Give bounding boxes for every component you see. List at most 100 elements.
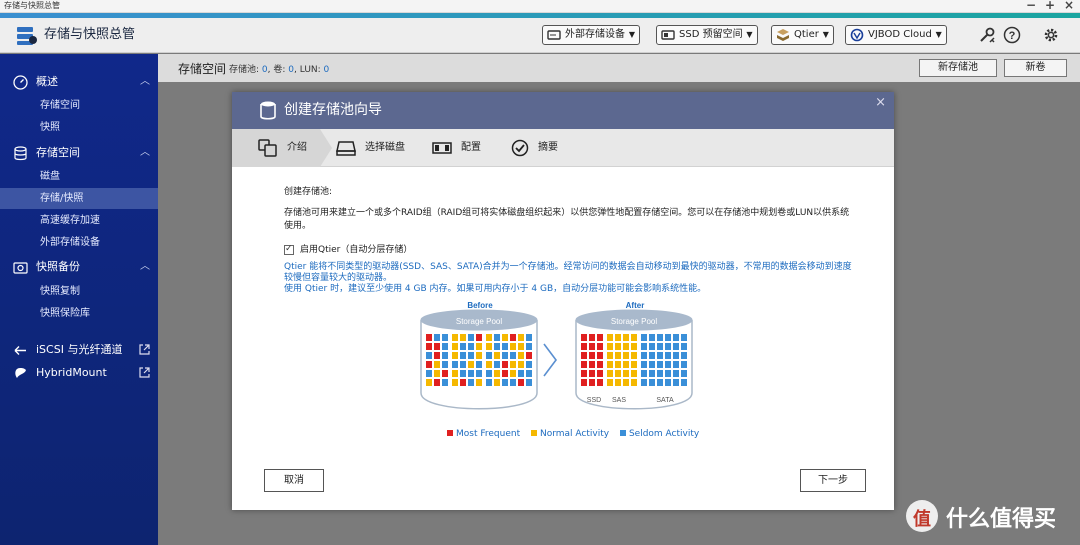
after-grid-cell: [649, 352, 655, 359]
after-grid-cell: [597, 370, 603, 377]
qtier-checkbox-label: 启用Qtier（自动分层存储）: [300, 245, 413, 255]
after-grid-cell: [673, 370, 679, 377]
storage-stats: 存储池: 0, 卷: 0, LUN: 0: [229, 62, 329, 75]
legend-label: Normal Activity: [539, 429, 610, 439]
qtier-dropdown[interactable]: Qtier ▼: [771, 25, 834, 45]
cancel-button[interactable]: 取消: [264, 469, 324, 492]
gear-icon[interactable]: [1042, 26, 1060, 44]
before-pool-label: Storage Pool: [456, 317, 502, 326]
ssd-overprovision-dropdown[interactable]: SSD 预留空间 ▼: [656, 25, 758, 45]
arrow-right-icon: [543, 343, 557, 377]
before-grid-cell: [486, 370, 492, 377]
hybridmount-icon: [15, 368, 26, 378]
after-grid-cell: [597, 343, 603, 350]
new-storage-pool-button[interactable]: 新存储池: [919, 59, 997, 77]
before-grid-cell: [434, 361, 440, 368]
before-grid-cell: [494, 343, 500, 350]
before-label: Before: [467, 302, 493, 310]
before-grid-cell: [460, 379, 466, 386]
storage-manager-logo-icon: [17, 27, 37, 45]
sidebar-item-snapshot-overview[interactable]: 快照: [0, 117, 158, 138]
vjbod-cloud-dropdown[interactable]: VJBOD Cloud ▼: [845, 25, 947, 45]
content-toolbar: 存储空间 存储池: 0, 卷: 0, LUN: 0 新存储池 新卷: [158, 54, 1080, 82]
after-grid-cell: [631, 334, 637, 341]
help-icon[interactable]: ?: [1003, 26, 1021, 44]
before-grid-cell: [434, 334, 440, 341]
close-window-button[interactable]: ×: [1064, 0, 1074, 12]
dashboard-icon: [13, 75, 28, 90]
disk-icon: [336, 141, 356, 156]
before-grid-cell: [502, 343, 508, 350]
after-pool-label: Storage Pool: [611, 317, 657, 326]
intro-icon: [258, 139, 277, 157]
sidebar-group-storage[interactable]: 存储空间 ︿: [0, 142, 158, 164]
before-grid-cell: [460, 361, 466, 368]
before-grid-cell: [426, 379, 432, 386]
sidebar-item-storage-snapshots[interactable]: 存储/快照: [0, 188, 158, 209]
new-volume-button[interactable]: 新卷: [1004, 59, 1067, 77]
window-title: 存储与快照总管: [4, 1, 60, 10]
before-grid-cell: [442, 361, 448, 368]
sidebar-item-cache-acceleration[interactable]: 高速缓存加速: [0, 210, 158, 231]
luns-label: , LUN:: [294, 65, 321, 75]
next-button[interactable]: 下一步: [800, 469, 866, 492]
sidebar-item-storage-overview[interactable]: 存储空间: [0, 95, 158, 116]
before-grid-cell: [476, 379, 482, 386]
before-grid-cell: [452, 352, 458, 359]
external-storage-dropdown[interactable]: 外部存储设备 ▼: [542, 25, 640, 45]
qtier-checkbox[interactable]: [284, 243, 294, 255]
sidebar-item-disks[interactable]: 磁盘: [0, 166, 158, 187]
after-grid-cell: [589, 361, 595, 368]
maximize-button[interactable]: +: [1045, 0, 1055, 12]
sidebar-link-label: iSCSI 与光纤通道: [36, 343, 123, 356]
before-grid-cell: [460, 334, 466, 341]
after-grid-cell: [589, 334, 595, 341]
after-grid-cell: [607, 334, 613, 341]
qtier-info-text: Qtier 能将不同类型的驱动器(SSD、SAS、SATA)合并为一个存储池。经…: [284, 262, 852, 283]
sidebar-group-overview[interactable]: 概述 ︿: [0, 71, 158, 93]
vjbod-cloud-icon: [850, 28, 864, 42]
tier-ssd-label: SSD: [587, 397, 601, 404]
watermark-text: 什么值得买: [946, 507, 1057, 532]
chevron-down-icon: ▼: [746, 30, 753, 39]
after-grid-cell: [657, 352, 663, 359]
before-grid-cell: [476, 343, 482, 350]
after-grid-cell: [623, 352, 629, 359]
volumes-label: , 卷:: [267, 65, 286, 75]
external-storage-label: 外部存储设备: [565, 29, 625, 40]
before-grid-cell: [518, 352, 524, 359]
page-title: 存储空间: [178, 62, 227, 76]
after-grid-cell: [673, 379, 679, 386]
after-grid-cell: [641, 370, 647, 377]
sidebar-group-label: 快照备份: [36, 260, 80, 273]
sidebar-item-hybridmount[interactable]: HybridMount: [0, 362, 158, 384]
before-grid-cell: [434, 343, 440, 350]
after-grid-cell: [623, 343, 629, 350]
minimize-button[interactable]: −: [1026, 0, 1036, 12]
before-grid-cell: [494, 370, 500, 377]
database-icon: [14, 146, 27, 161]
before-grid-cell: [510, 361, 516, 368]
qtier-info: Qtier 能将不同类型的驱动器(SSD、SAS、SATA)合并为一个存储池。经…: [284, 262, 854, 295]
after-grid-cell: [589, 370, 595, 377]
after-grid-cell: [607, 343, 613, 350]
before-grid-cell: [510, 352, 516, 359]
legend-most-frequent: Most Frequent: [447, 429, 520, 439]
check-icon: [511, 139, 529, 157]
sidebar: 概述 ︿ 存储空间 快照 存储空间 ︿ 磁盘 存储/快照 高速缓存加速 外部存储…: [0, 54, 158, 545]
sidebar-item-external-storage[interactable]: 外部存储设备: [0, 232, 158, 253]
chevron-up-icon: ︿: [140, 76, 150, 87]
before-grid-cell: [442, 343, 448, 350]
tools-icon[interactable]: [978, 26, 996, 44]
pools-label: 存储池:: [229, 65, 260, 75]
sidebar-group-snapshot-backup[interactable]: 快照备份 ︿: [0, 256, 158, 278]
sidebar-item-snapshot-vault[interactable]: 快照保险库: [0, 303, 158, 324]
watermark-logo: [906, 500, 938, 532]
before-grid-cell: [426, 361, 432, 368]
before-grid-cell: [442, 370, 448, 377]
sidebar-item-iscsi[interactable]: iSCSI 与光纤通道: [0, 339, 158, 361]
close-icon[interactable]: ×: [875, 95, 886, 110]
before-grid-cell: [476, 352, 482, 359]
sidebar-item-snapshot-replica[interactable]: 快照复制: [0, 281, 158, 302]
step-label: 摘要: [538, 142, 558, 153]
